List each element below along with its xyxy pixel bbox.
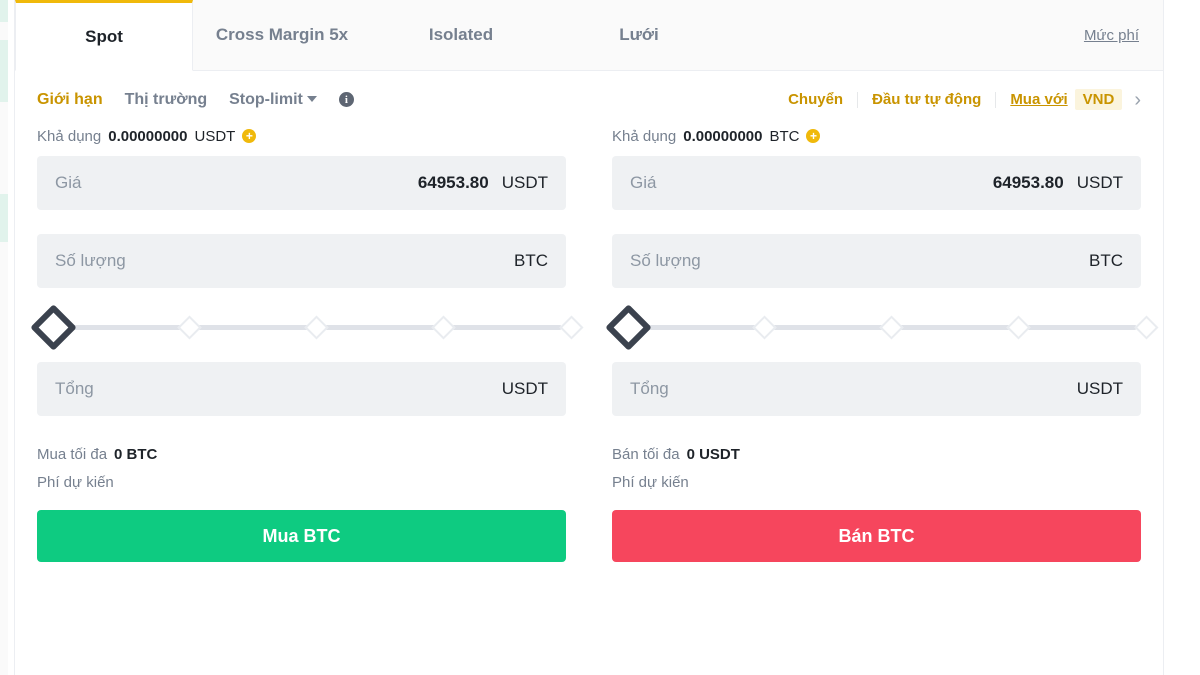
slider-tick-100[interactable] — [1134, 315, 1159, 340]
sell-button[interactable]: Bán BTC — [612, 510, 1141, 562]
tab-spot[interactable]: Spot — [15, 0, 193, 71]
sell-price-label: Giá — [630, 173, 657, 192]
buy-available-amount: 0.00000000 — [108, 127, 188, 145]
transfer-link[interactable]: Chuyển — [774, 91, 857, 108]
sell-price-field[interactable]: Giá 64953.80 USDT — [612, 156, 1141, 210]
buy-amount-slider[interactable] — [30, 304, 584, 351]
add-funds-icon[interactable]: + — [806, 129, 821, 143]
buy-form: Khả dụng 0.00000000 USDT + Giá 64953.80 … — [30, 122, 584, 562]
left-edge-gap-2 — [0, 102, 8, 194]
sell-available-unit: BTC — [769, 127, 800, 145]
sell-available-amount: 0.00000000 — [683, 127, 763, 145]
buy-fee-row: Phí dự kiến — [37, 468, 566, 496]
buy-amount-label: Số lượng — [55, 251, 126, 270]
info-icon[interactable]: i — [338, 92, 354, 107]
sell-max-label: Bán tối đa — [612, 445, 680, 463]
left-edge-gap-1 — [0, 22, 8, 40]
order-type-stop-limit[interactable]: Stop-limit — [229, 91, 317, 109]
slider-tick-25[interactable] — [177, 315, 202, 340]
buy-total-label: Tổng — [55, 379, 94, 398]
buy-max-value: 0 BTC — [114, 445, 158, 463]
order-type-limit[interactable]: Giới hạn — [37, 91, 103, 109]
slider-tick-50[interactable] — [304, 315, 329, 340]
chevron-down-icon — [306, 96, 317, 103]
slider-tick-100[interactable] — [559, 315, 584, 340]
sell-fee-label: Phí dự kiến — [612, 473, 689, 491]
sell-price-unit: USDT — [1076, 173, 1123, 192]
order-type-row: Giới hạn Thị trường Stop-limit i Chuyển … — [15, 77, 1163, 122]
left-edge-strip-3 — [0, 194, 8, 242]
sell-max-value: 0 USDT — [686, 445, 740, 463]
order-entry-panel: Spot Cross Margin 5x Isolated Lưới Mức p… — [15, 0, 1164, 675]
sell-total-unit: USDT — [1076, 379, 1123, 398]
slider-tick-25[interactable] — [752, 315, 777, 340]
buy-price-label: Giá — [55, 173, 82, 192]
buy-max-label: Mua tối đa — [37, 445, 108, 463]
order-type-market[interactable]: Thị trường — [125, 91, 208, 109]
market-type-tabbar: Spot Cross Margin 5x Isolated Lưới Mức p… — [15, 0, 1163, 71]
buy-price-unit: USDT — [501, 173, 548, 192]
sell-max-row: Bán tối đa 0 USDT — [612, 440, 1141, 468]
order-type-stop-limit-label: Stop-limit — [229, 90, 303, 108]
buy-price-value: 64953.80 — [417, 173, 489, 192]
tab-cross-margin[interactable]: Cross Margin 5x — [193, 0, 371, 71]
buy-available-row: Khả dụng 0.00000000 USDT + — [37, 122, 566, 150]
sell-form: Khả dụng 0.00000000 BTC + Giá 64953.80 U… — [605, 122, 1159, 562]
buy-amount-field[interactable]: Số lượng BTC — [37, 234, 566, 288]
slider-tick-75[interactable] — [431, 315, 456, 340]
buy-with-link[interactable]: Mua với — [996, 91, 1067, 108]
sell-available-label: Khả dụng — [612, 127, 677, 145]
left-edge-strip-1 — [0, 0, 8, 22]
tab-cross-margin-label: Cross Margin 5x — [215, 25, 349, 44]
buy-button[interactable]: Mua BTC — [37, 510, 566, 562]
tab-isolated[interactable]: Isolated — [371, 0, 551, 71]
sell-fee-row: Phí dự kiến — [612, 468, 1141, 496]
sell-amount-label: Số lượng — [630, 251, 701, 270]
order-forms: Khả dụng 0.00000000 USDT + Giá 64953.80 … — [15, 122, 1163, 562]
left-edge-strip-2 — [0, 40, 8, 102]
sell-available-row: Khả dụng 0.00000000 BTC + — [612, 122, 1141, 150]
order-type-actions: Chuyển Đầu tư tự động Mua với VND › — [774, 89, 1141, 110]
buy-max-row: Mua tối đa 0 BTC — [37, 440, 566, 468]
buy-available-unit: USDT — [194, 127, 236, 145]
add-funds-icon[interactable]: + — [242, 129, 257, 143]
tab-grid[interactable]: Lưới — [551, 0, 727, 71]
tab-spot-label: Spot — [85, 26, 123, 46]
sell-amount-field[interactable]: Số lượng BTC — [612, 234, 1141, 288]
slider-handle[interactable] — [605, 304, 652, 351]
buy-fee-label: Phí dự kiến — [37, 473, 114, 491]
fee-level-link[interactable]: Mức phí — [1084, 27, 1139, 44]
auto-invest-link[interactable]: Đầu tư tự động — [858, 91, 995, 108]
buy-total-field[interactable]: Tổng USDT — [37, 362, 566, 416]
slider-handle[interactable] — [30, 304, 77, 351]
currency-badge-vnd[interactable]: VND — [1074, 89, 1123, 110]
sell-amount-slider[interactable] — [605, 304, 1159, 351]
buy-price-field[interactable]: Giá 64953.80 USDT — [37, 156, 566, 210]
trading-panel-screen: Spot Cross Margin 5x Isolated Lưới Mức p… — [0, 0, 1200, 675]
sell-total-field[interactable]: Tổng USDT — [612, 362, 1141, 416]
buy-available-label: Khả dụng — [37, 127, 102, 145]
slider-tick-75[interactable] — [1006, 315, 1031, 340]
buy-total-unit: USDT — [501, 379, 548, 398]
sell-price-value: 64953.80 — [992, 173, 1064, 192]
sell-amount-unit: BTC — [1089, 251, 1123, 270]
left-edge-gap-3 — [0, 242, 8, 675]
chevron-right-icon[interactable]: › — [1134, 90, 1141, 110]
buy-amount-unit: BTC — [514, 251, 548, 270]
sell-total-label: Tổng — [630, 379, 669, 398]
tab-grid-label: Lưới — [619, 25, 659, 44]
tab-isolated-label: Isolated — [428, 25, 494, 44]
slider-tick-50[interactable] — [879, 315, 904, 340]
